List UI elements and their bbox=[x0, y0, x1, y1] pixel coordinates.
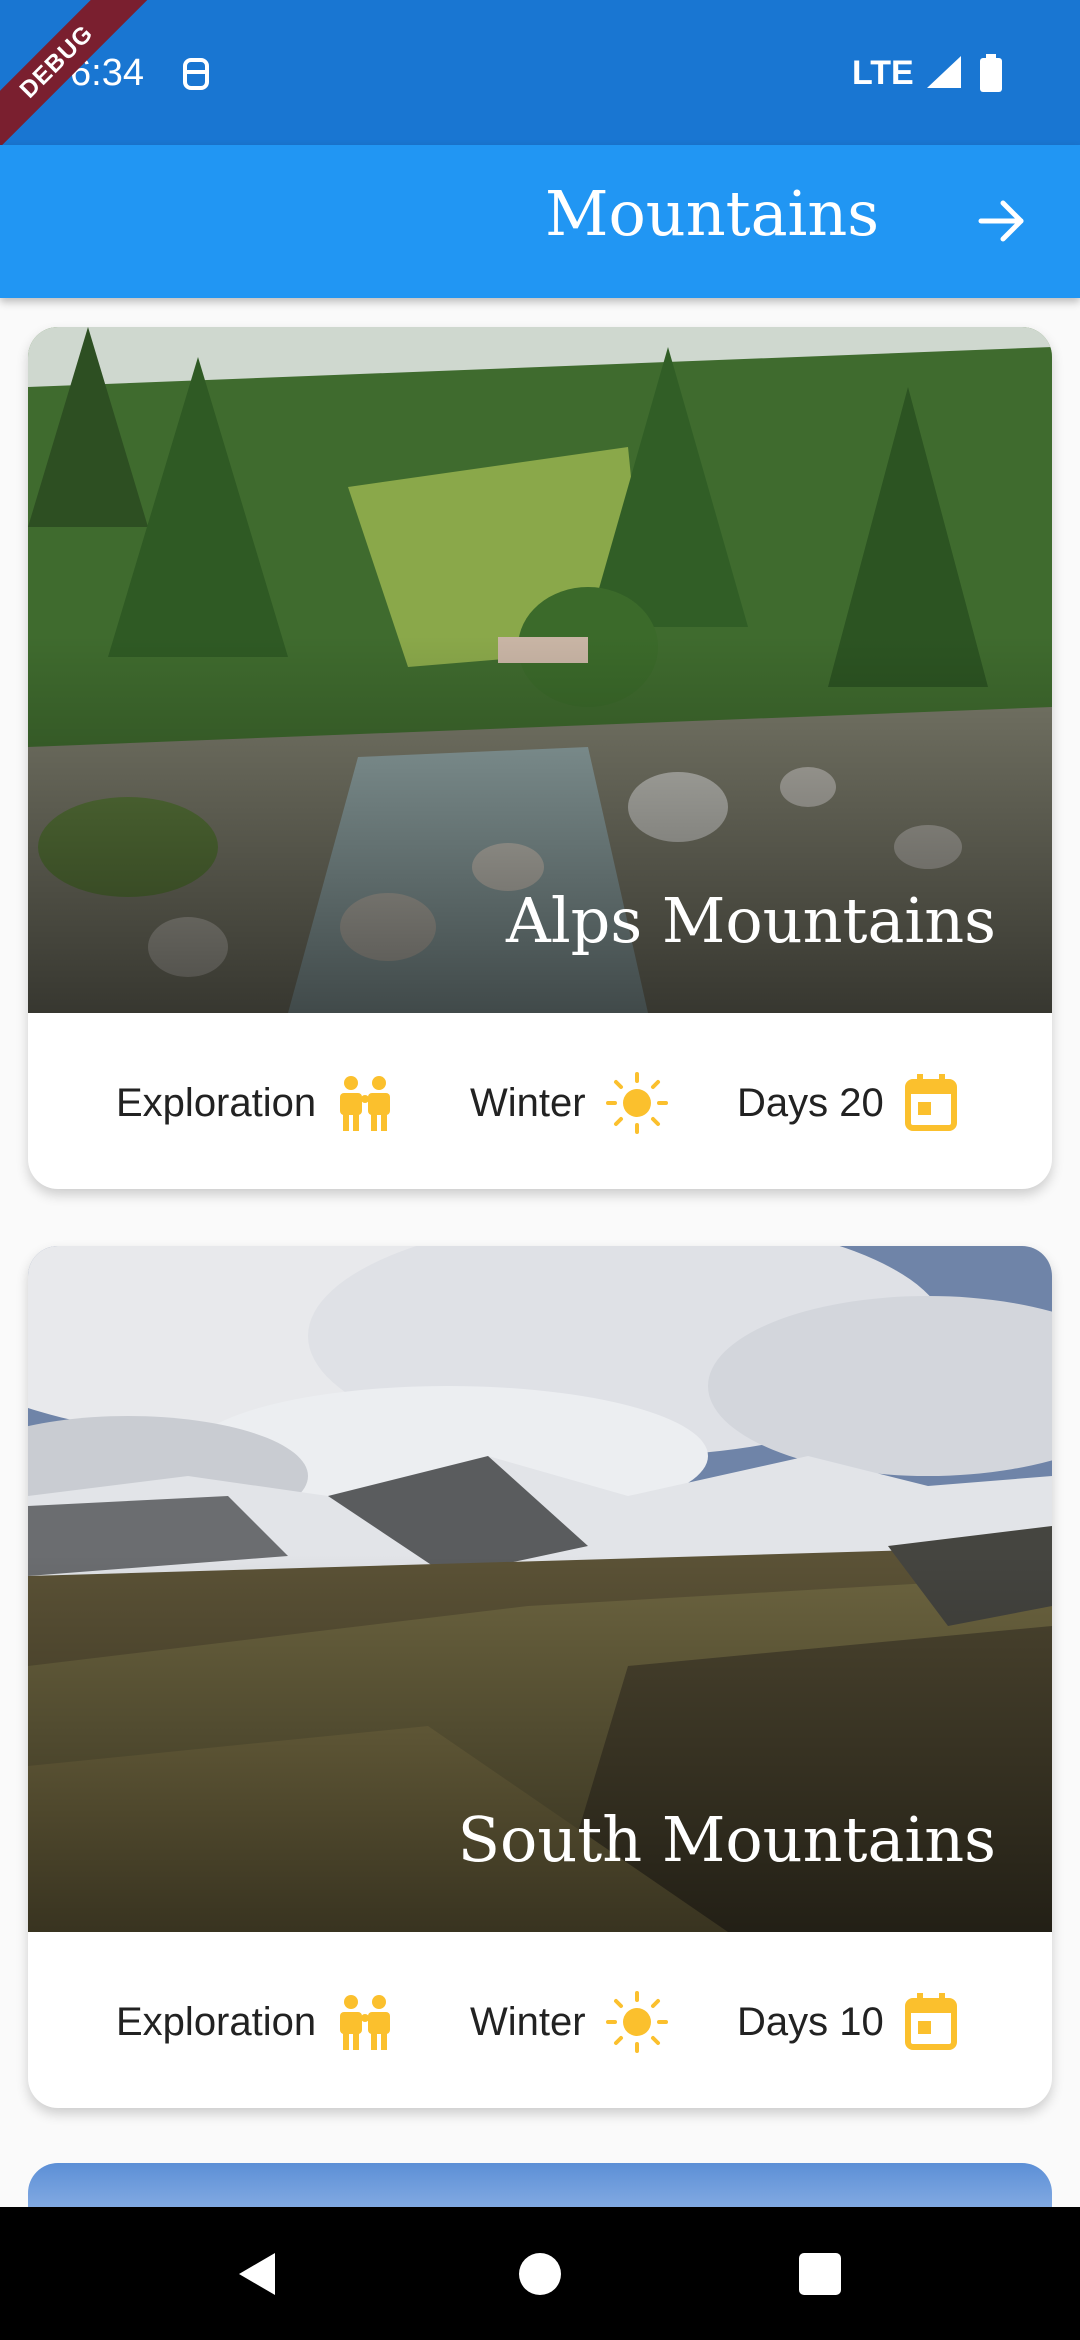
meta-days: Days 10 bbox=[737, 1992, 958, 2052]
meta-label: Winter bbox=[470, 1999, 586, 2044]
page-title: Mountains bbox=[545, 177, 880, 250]
meta-season: Winter bbox=[470, 1072, 668, 1134]
meta-exploration: Exploration bbox=[116, 1073, 394, 1133]
meta-season: Winter bbox=[470, 1991, 668, 2053]
back-icon[interactable] bbox=[235, 2251, 277, 2297]
card-footer: Exploration Winter bbox=[28, 1932, 1052, 2108]
meta-label: Exploration bbox=[116, 1999, 317, 2044]
sun-icon bbox=[605, 1072, 668, 1134]
recents-icon[interactable] bbox=[799, 2253, 841, 2295]
meta-days: Days 20 bbox=[737, 1073, 958, 1133]
card-title: Alps Mountains bbox=[506, 884, 996, 957]
meta-label: Winter bbox=[470, 1080, 586, 1125]
system-nav-bar bbox=[0, 2207, 1080, 2340]
network-type: LTE bbox=[852, 54, 914, 92]
card-footer: Exploration Winter bbox=[28, 1013, 1052, 1189]
status-bar: 6:34 LTE DEBUG bbox=[0, 0, 1080, 158]
sun-icon bbox=[605, 1991, 668, 2053]
home-icon[interactable] bbox=[519, 2253, 561, 2295]
calendar-icon bbox=[904, 1074, 957, 1131]
meta-exploration: Exploration bbox=[116, 1992, 394, 2052]
meta-label: Days 20 bbox=[737, 1080, 884, 1125]
card-image: South Mountains bbox=[28, 1246, 1052, 1932]
notification-icon bbox=[183, 58, 209, 90]
meta-label: Exploration bbox=[116, 1080, 317, 1125]
card-image: Alps Mountains bbox=[28, 327, 1052, 1013]
destination-card[interactable]: Alps Mountains Exploration Winter Days 2… bbox=[28, 327, 1052, 1189]
calendar-icon bbox=[904, 1993, 957, 2050]
app-bar: Mountains bbox=[0, 145, 1080, 298]
arrow-forward-icon[interactable] bbox=[965, 191, 1035, 251]
battery-icon bbox=[980, 54, 1002, 92]
card-title: South Mountains bbox=[457, 1803, 996, 1876]
people-icon bbox=[340, 1076, 391, 1131]
signal-icon bbox=[927, 56, 961, 88]
meta-label: Days 10 bbox=[737, 1999, 884, 2044]
people-icon bbox=[340, 1995, 391, 2050]
destination-card[interactable]: South Mountains Exploration Winter Days … bbox=[28, 1246, 1052, 2108]
